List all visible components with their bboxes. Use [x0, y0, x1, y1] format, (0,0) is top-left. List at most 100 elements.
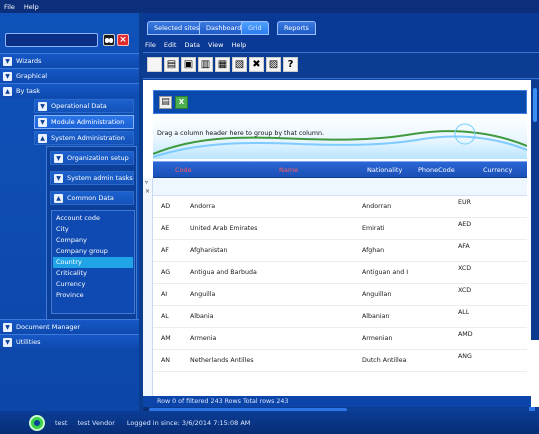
menu-help[interactable]: Help	[231, 41, 246, 49]
main-toolbar: ▤ ▣ ▥ ▦ ▧ ✖ ▨ ?	[143, 52, 539, 79]
column-header-currency[interactable]: Currency	[483, 162, 512, 178]
nav-section-utilities[interactable]: ▼ Utilities	[0, 334, 139, 349]
cell-code: AD	[161, 203, 171, 210]
common-item-currency[interactable]: Currency	[53, 279, 133, 290]
grid-header-row: Code Name Nationality PhoneCode Currency	[153, 161, 527, 178]
cell-nationality: Emirati	[362, 225, 385, 232]
paste-icon[interactable]: ▧	[232, 57, 247, 72]
subitem-organization-setup[interactable]: ▼ Organization setup	[50, 151, 134, 165]
common-item-company[interactable]: Company	[53, 235, 133, 246]
nav-section-label: Document Manager	[16, 323, 81, 331]
cell-nationality: Antiguan and I	[362, 269, 409, 276]
common-item-province[interactable]: Province	[53, 290, 133, 301]
column-header-phonecode[interactable]: PhoneCode	[418, 162, 455, 178]
grid-status-bar: Row 0 of filtered 243 Rows Total rows 24…	[143, 396, 531, 407]
cell-nationality: Andorran	[362, 203, 392, 210]
filter-icon[interactable]: ▿	[145, 179, 148, 186]
properties-icon[interactable]: ▨	[266, 57, 281, 72]
cell-nationality: Afghan	[362, 247, 385, 254]
chevron-down-icon: ▼	[54, 173, 63, 183]
group-by-area[interactable]: Drag a column header here to group by th…	[153, 116, 527, 159]
subitem-system-admin-tasks[interactable]: ▼ System admin tasks	[50, 171, 134, 185]
tab-selected-sites[interactable]: Selected sites	[147, 21, 207, 35]
document-icon[interactable]: ▥	[198, 57, 213, 72]
vertical-scroll-thumb[interactable]	[533, 88, 537, 122]
menu-data[interactable]: Data	[184, 41, 200, 49]
common-item-city[interactable]: City	[53, 224, 133, 235]
left-navigation-panel: × ▼ Wizards ▼ Graphical ▲ By task ▼ Oper…	[0, 13, 139, 411]
vendor-name: test Vendor	[77, 418, 115, 427]
nav-section-label: By task	[16, 87, 41, 95]
chevron-down-icon: ▼	[3, 322, 12, 332]
search-input[interactable]	[5, 33, 98, 47]
cell-code: AG	[161, 269, 171, 276]
common-data-list: Account code City Company Company group …	[51, 210, 135, 314]
new-document-icon[interactable]	[147, 57, 162, 72]
nav-section-wizards[interactable]: ▼ Wizards	[0, 53, 139, 68]
grid-content: ▤ X Drag a column header here to group b…	[143, 80, 539, 414]
by-task-system-admin[interactable]: ▲ System Administration	[30, 131, 137, 145]
system-admin-panel: ▼ Organization setup ▼ System admin task…	[46, 146, 137, 324]
help-icon[interactable]: ?	[283, 57, 298, 72]
copy-icon[interactable]: ▦	[215, 57, 230, 72]
cell-name: Armenia	[190, 335, 217, 342]
cell-code: AI	[161, 291, 168, 298]
main-menubar: File Edit Data View Help	[143, 38, 539, 52]
column-header-name[interactable]: Name	[279, 162, 298, 178]
chevron-down-icon: ▼	[3, 56, 12, 66]
cell-code: AM	[161, 335, 171, 342]
excel-export-icon[interactable]: X	[175, 96, 188, 109]
subitem-label: System admin tasks	[67, 174, 133, 182]
table-row[interactable]: AE United Arab Emirates Emirati AED	[153, 218, 527, 240]
binoculars-icon[interactable]	[103, 34, 115, 46]
menu-file[interactable]: File	[145, 41, 156, 49]
menu-help[interactable]: Help	[24, 3, 39, 11]
user-status-icon	[29, 414, 45, 431]
chevron-up-icon: ▲	[54, 193, 63, 203]
cell-nationality: Dutch Antillea	[362, 357, 407, 364]
common-item-account-code[interactable]: Account code	[53, 213, 133, 224]
column-header-code[interactable]: Code	[175, 162, 192, 178]
subitem-module-administration[interactable]: ▼ Module Administration	[34, 115, 134, 129]
table-row[interactable]: AN Netherlands Antilles Dutch Antillea A…	[153, 350, 527, 372]
table-row[interactable]: AI Anguilla Anguillan XCD	[153, 284, 527, 306]
clear-search-icon[interactable]: ×	[117, 34, 129, 46]
subitem-common-data[interactable]: ▲ Common Data	[50, 191, 134, 205]
user-name: test	[55, 418, 68, 427]
chevron-down-icon: ▼	[3, 71, 12, 81]
subitem-operational-data[interactable]: ▼ Operational Data	[34, 99, 134, 113]
vertical-scrollbar[interactable]	[531, 80, 539, 340]
cell-nationality: Albanian	[362, 313, 390, 320]
cell-nationality: Armenian	[362, 335, 393, 342]
menu-file[interactable]: File	[4, 3, 15, 11]
common-item-criticality[interactable]: Criticality	[53, 268, 133, 279]
print-icon[interactable]: ▤	[164, 57, 179, 72]
tab-grid[interactable]: Grid	[241, 21, 269, 35]
menu-edit[interactable]: Edit	[164, 41, 177, 49]
menu-view[interactable]: View	[208, 41, 223, 49]
cell-nationality: Anguillan	[362, 291, 392, 298]
clear-filter-icon[interactable]: ×	[145, 188, 150, 195]
by-task-operational[interactable]: ▼ Operational Data	[30, 99, 137, 113]
tab-reports[interactable]: Reports	[277, 21, 316, 35]
tab-bar: Selected sites Dashboard Grid Reports	[143, 13, 539, 38]
column-header-nationality[interactable]: Nationality	[367, 162, 402, 178]
cell-currency: ALL	[458, 309, 470, 316]
cell-currency: AED	[458, 221, 472, 228]
common-item-company-group[interactable]: Company group	[53, 246, 133, 257]
cell-name: Albania	[190, 313, 214, 320]
nav-section-label: Utilities	[16, 338, 41, 346]
nav-section-graphical[interactable]: ▼ Graphical	[0, 68, 139, 83]
delete-icon[interactable]: ✖	[249, 57, 264, 72]
subitem-system-administration[interactable]: ▲ System Administration	[34, 131, 134, 145]
print-icon[interactable]: ▤	[159, 96, 172, 109]
nav-section-label: Wizards	[16, 57, 42, 65]
nav-section-by-task[interactable]: ▲ By task	[0, 83, 139, 98]
by-task-module-admin[interactable]: ▼ Module Administration	[30, 115, 137, 129]
bottom-status-bar: test test Vendor Logged in since: 3/6/20…	[0, 411, 539, 434]
common-item-country[interactable]: Country	[53, 257, 133, 268]
chevron-down-icon: ▼	[54, 153, 63, 163]
cell-name: United Arab Emirates	[190, 225, 258, 232]
nav-section-document-manager[interactable]: ▼ Document Manager	[0, 319, 139, 334]
save-icon[interactable]: ▣	[181, 57, 196, 72]
